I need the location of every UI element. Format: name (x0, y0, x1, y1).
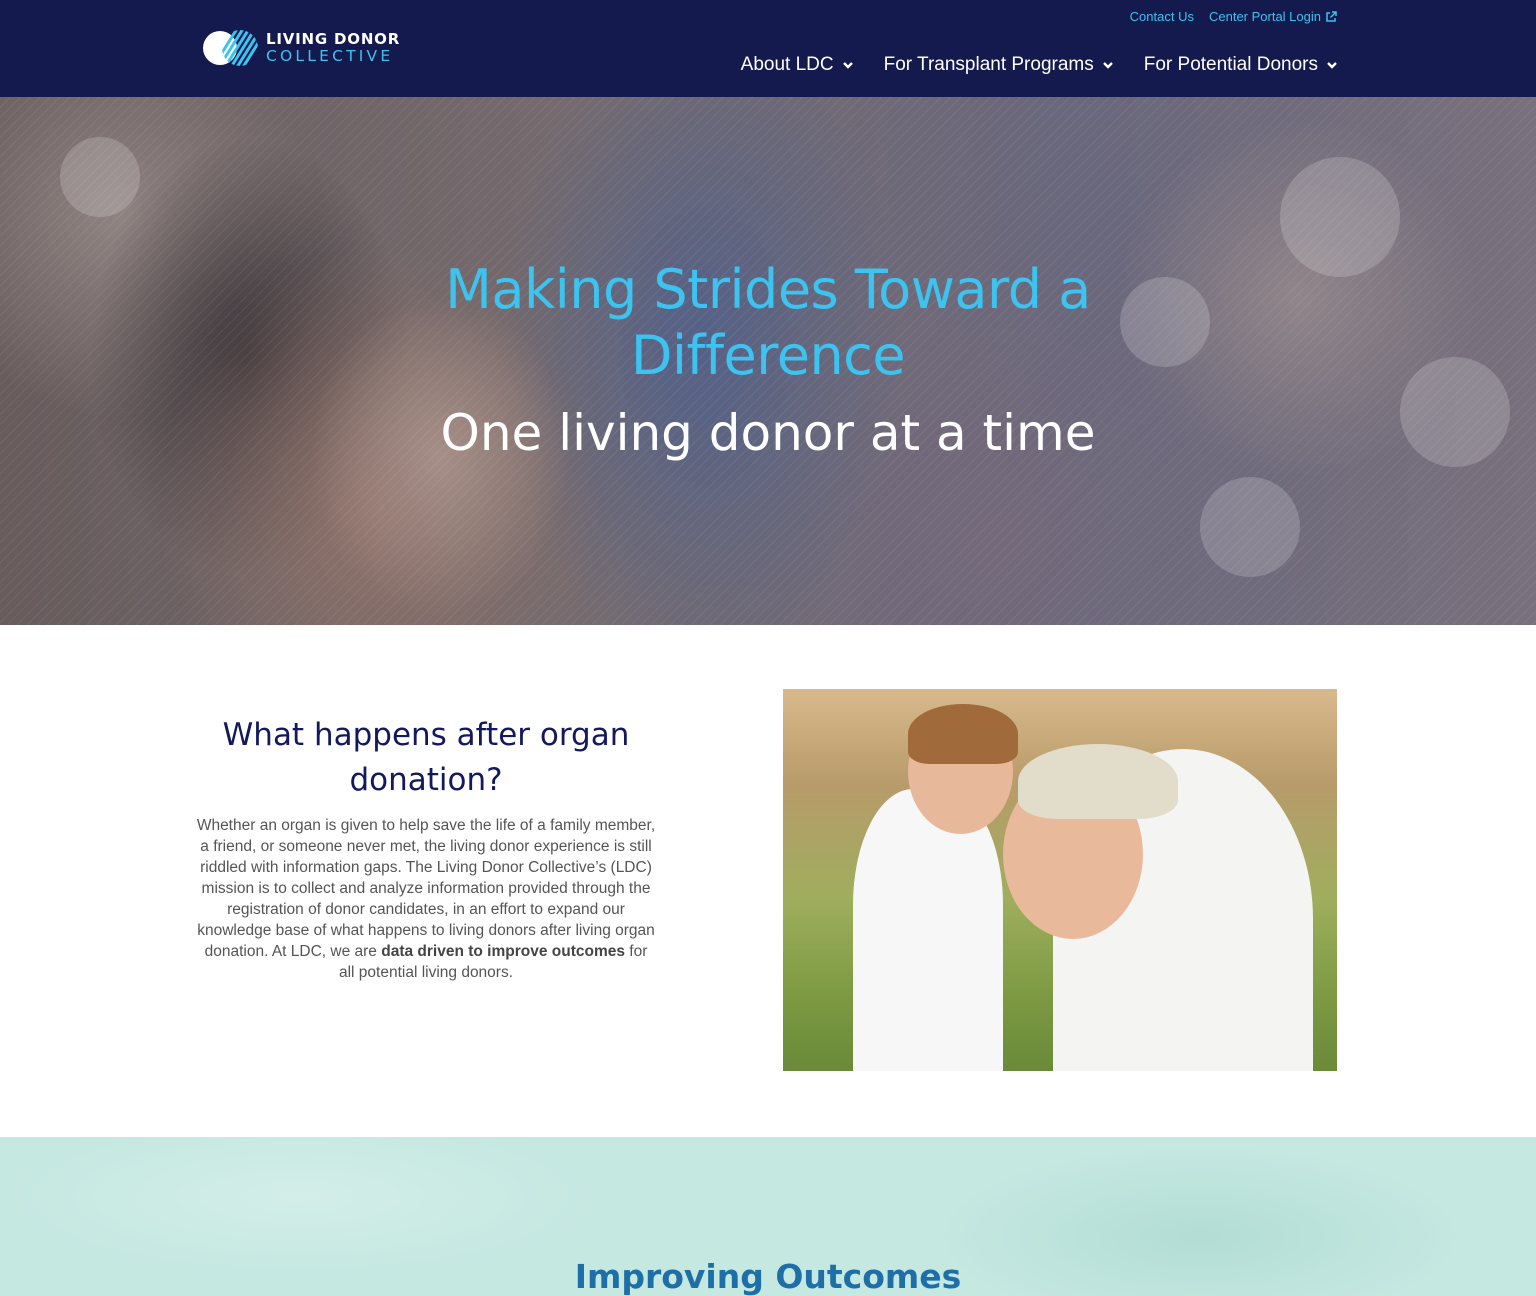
center-portal-login-label: Center Portal Login (1208, 9, 1321, 24)
outcomes-section: Improving Outcomes (0, 1137, 1536, 1296)
logo-mark-icon (203, 30, 258, 66)
chevron-down-icon (1102, 62, 1113, 69)
external-link-icon (1326, 10, 1337, 22)
photo-figure (908, 704, 1018, 764)
logo-text: LIVING DONOR COLLECTIVE (266, 29, 401, 65)
nav-potential-donors[interactable]: For Potential Donors (1144, 54, 1338, 76)
nav-transplant-programs-label: For Transplant Programs (883, 54, 1094, 75)
intro-text: What happens after organ donation? Wheth… (196, 713, 656, 983)
hero-bokeh (60, 137, 140, 217)
intro-body-text: Whether an organ is given to help save t… (196, 817, 656, 960)
utility-nav: Contact Us Center Portal Login (1130, 9, 1337, 24)
outcomes-title: Improving Outcomes (574, 1257, 962, 1296)
intro-body: Whether an organ is given to help save t… (196, 815, 656, 983)
contact-us-label: Contact Us (1129, 9, 1194, 24)
nav-about-ldc[interactable]: About LDC (741, 54, 854, 76)
center-portal-login-link[interactable]: Center Portal Login (1209, 9, 1337, 24)
logo-line1: LIVING DONOR (266, 29, 401, 48)
hero-title: Making Strides Toward a Difference (445, 258, 1091, 387)
intro-heading: What happens after organ donation? (222, 717, 630, 798)
logo-line2: COLLECTIVE (266, 46, 394, 65)
contact-us-link[interactable]: Contact Us (1130, 9, 1194, 24)
intro-section: What happens after organ donation? Wheth… (0, 625, 1536, 1137)
intro-body-bold: data driven to improve outcomes (381, 943, 625, 960)
photo-figure (853, 789, 1003, 1071)
nav-potential-donors-label: For Potential Donors (1143, 54, 1318, 75)
site-logo[interactable]: LIVING DONOR COLLECTIVE (202, 28, 400, 68)
hero-text: Making Strides Toward a Difference One l… (0, 257, 1536, 463)
grandfather-boy-photo (783, 689, 1337, 1071)
nav-about-ldc-label: About LDC (740, 54, 834, 75)
hero-bokeh (1200, 477, 1300, 577)
chevron-down-icon (1327, 62, 1337, 69)
nav-transplant-programs[interactable]: For Transplant Programs (884, 54, 1114, 76)
chevron-down-icon (842, 62, 853, 69)
hero-banner: Making Strides Toward a Difference One l… (0, 97, 1536, 625)
main-nav: About LDC For Transplant Programs For Po… (741, 54, 1338, 76)
site-header: LIVING DONOR COLLECTIVE Contact Us Cente… (0, 0, 1536, 97)
hero-subtitle: One living donor at a time (440, 404, 1096, 462)
photo-figure (1018, 744, 1178, 819)
